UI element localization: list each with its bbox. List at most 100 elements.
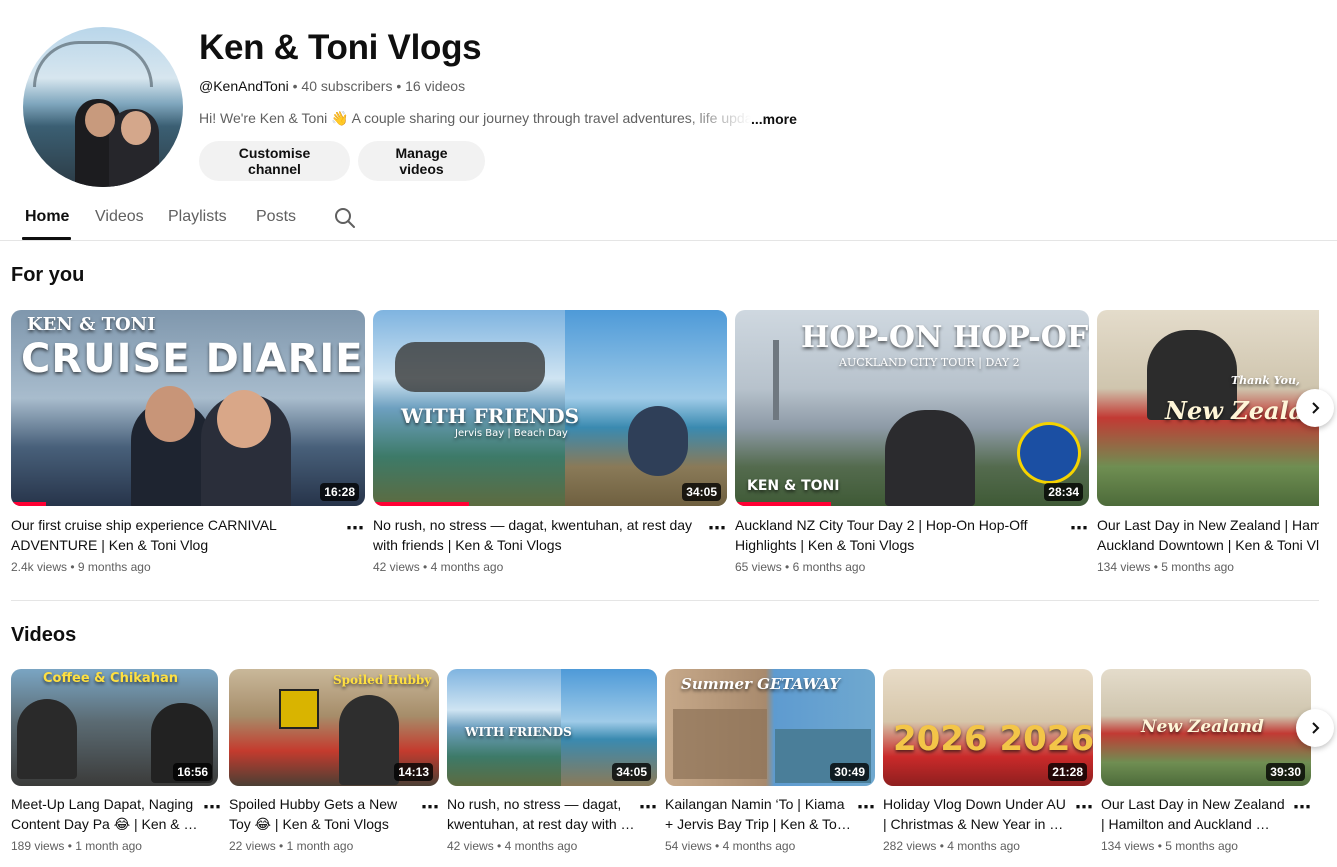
videos-heading: Videos (11, 624, 77, 646)
more-vert-icon[interactable]: ⋯ (346, 518, 364, 539)
thumbnail-person (17, 699, 77, 779)
video-meta: 22 views • 1 month ago (229, 839, 354, 853)
video-thumbnail[interactable]: WITH FRIENDS Jervis Bay | Beach Day 34:0… (373, 310, 727, 506)
video-title[interactable]: Our Last Day in New Zealand | Hamilton a… (1101, 794, 1289, 834)
thumbnail-face (217, 390, 271, 448)
thumbnail-person (628, 406, 688, 476)
channel-tabs: Home Videos Playlists Posts (0, 196, 1337, 241)
video-card[interactable]: WITH FRIENDS Jervis Bay | Beach Day 34:0… (373, 310, 727, 574)
more-vert-icon[interactable]: ⋯ (421, 797, 439, 818)
thumbnail-brand: KEN & TONI (747, 478, 840, 494)
chevron-right-icon (1312, 402, 1320, 414)
thumbnail-tower (773, 340, 779, 420)
chevron-right-icon (1312, 722, 1320, 734)
tab-posts[interactable]: Posts (256, 208, 296, 226)
video-title[interactable]: No rush, no stress — dagat, kwentuhan, a… (447, 794, 635, 834)
channel-handle: @KenAndToni (199, 78, 289, 94)
video-title[interactable]: Holiday Vlog Down Under AU | Christmas &… (883, 794, 1071, 834)
carousel-next-button[interactable] (1296, 709, 1334, 747)
video-duration: 34:05 (682, 483, 721, 501)
thumbnail-caption: HOP-ON HOP-OFF (801, 320, 1089, 355)
video-title[interactable]: Auckland NZ City Tour Day 2 | Hop-On Hop… (735, 515, 1061, 555)
video-thumbnail[interactable]: New Zealand 39:30 (1101, 669, 1311, 786)
more-vert-icon[interactable]: ⋯ (203, 797, 221, 818)
video-meta: 282 views • 4 months ago (883, 839, 1020, 853)
video-title[interactable]: Spoiled Hubby Gets a New Toy 😂 | Ken & T… (229, 794, 417, 834)
video-duration: 28:34 (1044, 483, 1083, 501)
channel-meta: @KenAndToni • 40 subscribers • 16 videos (199, 78, 465, 94)
channel-avatar[interactable] (23, 27, 183, 187)
thumbnail-caption: WITH FRIENDS (401, 404, 580, 428)
more-vert-icon[interactable]: ⋯ (639, 797, 657, 818)
video-thumbnail[interactable]: Thank You, New Zealand (1097, 310, 1319, 506)
channel-description-text: Hi! We're Ken & Toni 👋 A couple sharing … (199, 110, 751, 126)
manage-videos-button[interactable]: Manage videos (358, 141, 485, 181)
video-meta: 134 views • 5 months ago (1097, 560, 1234, 574)
video-title[interactable]: Our first cruise ship experience CARNIVA… (11, 515, 337, 555)
thumbnail-caption: WITH FRIENDS (465, 725, 572, 739)
thumbnail-caption: Coffee & Chikahan (43, 671, 178, 686)
video-thumbnail[interactable]: Coffee & Chikahan 16:56 (11, 669, 218, 786)
customise-channel-button[interactable]: Customise channel (199, 141, 350, 181)
video-card[interactable]: Summer GETAWAY 30:49 Kailangan Namin ‘To… (665, 669, 875, 853)
thumbnail-subcaption: Thank You, (1231, 374, 1300, 387)
tab-active-underline (22, 237, 71, 240)
video-card[interactable]: Spoiled Hubby 14:13 Spoiled Hubby Gets a… (229, 669, 439, 853)
video-thumbnail[interactable]: Spoiled Hubby 14:13 (229, 669, 439, 786)
video-card[interactable]: Coffee & Chikahan 16:56 Meet-Up Lang Dap… (11, 669, 221, 853)
video-duration: 30:49 (830, 763, 869, 781)
tab-videos[interactable]: Videos (95, 208, 144, 226)
avatar-face (121, 111, 151, 145)
video-duration: 34:05 (612, 763, 651, 781)
more-vert-icon[interactable]: ⋯ (708, 518, 726, 539)
watch-progress (373, 502, 469, 506)
video-card[interactable]: 2026 2026 21:28 Holiday Vlog Down Under … (883, 669, 1093, 853)
video-title[interactable]: Meet-Up Lang Dapat, Naging Content Day P… (11, 794, 199, 834)
more-link[interactable]: ...more (751, 111, 797, 127)
thumbnail-caption: Summer GETAWAY (681, 675, 841, 693)
thumbnail-group (395, 342, 545, 392)
video-card[interactable]: HOP-ON HOP-OFF AUCKLAND CITY TOUR | DAY … (735, 310, 1089, 574)
tab-playlists[interactable]: Playlists (168, 208, 227, 226)
video-meta: 42 views • 4 months ago (373, 560, 504, 574)
thumbnail-caption: Spoiled Hubby (333, 673, 432, 687)
video-title[interactable]: Our Last Day in New Zealand | Hamilton a… (1097, 515, 1319, 555)
thumbnail-caption: 2026 2026 (893, 719, 1093, 759)
thumbnail-bus-badge (1017, 422, 1081, 484)
video-meta: 42 views • 4 months ago (447, 839, 578, 853)
thumbnail-person (339, 695, 399, 785)
video-thumbnail[interactable]: Summer GETAWAY 30:49 (665, 669, 875, 786)
video-duration: 14:13 (394, 763, 433, 781)
video-title[interactable]: Kailangan Namin ‘To | Kiama + Jervis Bay… (665, 794, 853, 834)
more-vert-icon[interactable]: ⋯ (1070, 518, 1088, 539)
video-thumbnail[interactable]: HOP-ON HOP-OFF AUCKLAND CITY TOUR | DAY … (735, 310, 1089, 506)
for-you-heading: For you (11, 264, 85, 286)
thumbnail-caption: New Zealand (1141, 717, 1264, 737)
video-meta: 134 views • 5 months ago (1101, 839, 1238, 853)
thumbnail-person (885, 410, 975, 506)
more-vert-icon[interactable]: ⋯ (1075, 797, 1093, 818)
watch-progress (11, 502, 47, 506)
more-vert-icon[interactable]: ⋯ (857, 797, 875, 818)
meta-dot: • (396, 78, 406, 94)
video-meta: 189 views • 1 month ago (11, 839, 142, 853)
video-duration: 16:28 (320, 483, 359, 501)
search-icon[interactable] (333, 206, 357, 230)
video-thumbnail[interactable]: WITH FRIENDS 34:05 (447, 669, 657, 786)
thumbnail-face (145, 386, 195, 442)
video-thumbnail[interactable]: 2026 2026 21:28 (883, 669, 1093, 786)
video-count: 16 videos (405, 78, 466, 94)
section-divider (11, 600, 1319, 601)
channel-title: Ken & Toni Vlogs (199, 28, 482, 67)
more-vert-icon[interactable]: ⋯ (1293, 797, 1311, 818)
avatar-bridge-shape (33, 41, 153, 87)
tab-home[interactable]: Home (25, 208, 69, 226)
video-card[interactable]: New Zealand 39:30 Our Last Day in New Ze… (1101, 669, 1311, 853)
video-title[interactable]: No rush, no stress — dagat, kwentuhan, a… (373, 515, 699, 555)
channel-description[interactable]: Hi! We're Ken & Toni 👋 A couple sharing … (199, 110, 797, 127)
video-card[interactable]: KEN & TONI CRUISE DIARIES 16:28 Our firs… (11, 310, 365, 574)
video-card[interactable]: WITH FRIENDS 34:05 No rush, no stress — … (447, 669, 657, 853)
video-thumbnail[interactable]: KEN & TONI CRUISE DIARIES 16:28 (11, 310, 365, 506)
carousel-next-button[interactable] (1296, 389, 1334, 427)
video-card[interactable]: Thank You, New Zealand Our Last Day in N… (1097, 310, 1319, 580)
